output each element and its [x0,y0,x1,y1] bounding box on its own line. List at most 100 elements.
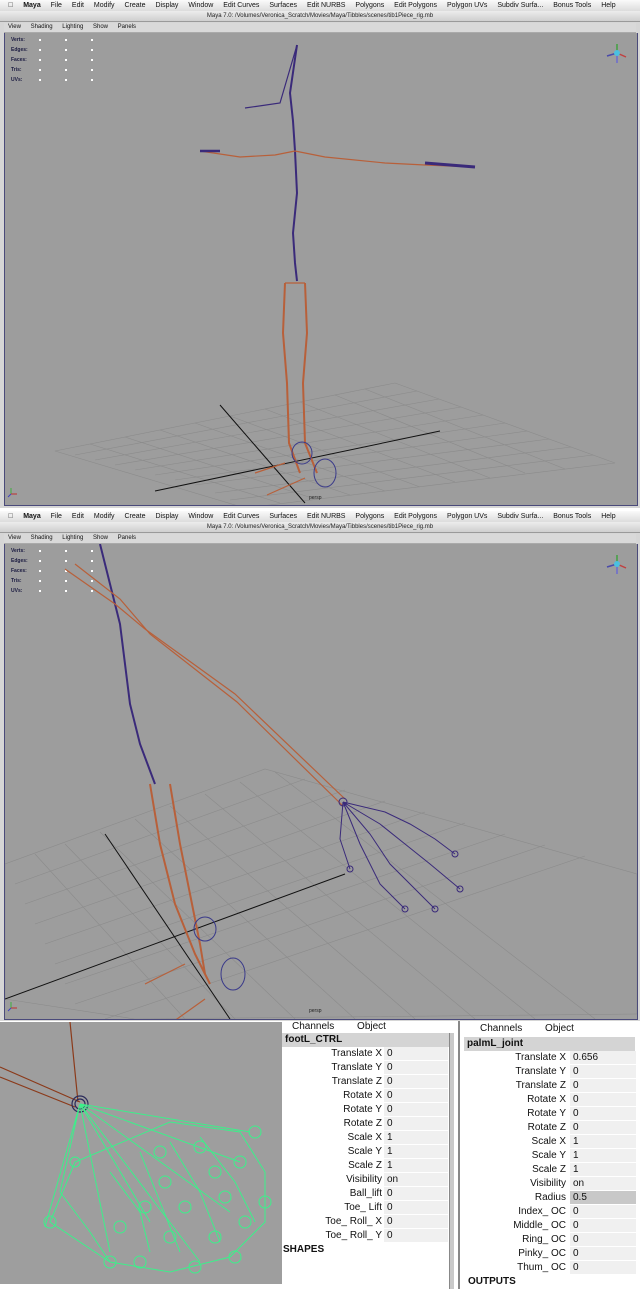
menu-display[interactable]: Display [151,0,182,11]
menu-edit[interactable]: Edit [68,511,88,522]
apple-icon[interactable]:  [0,0,17,11]
channel-row[interactable]: Rotate Z0 [282,1117,454,1131]
menu-polygons[interactable]: Polygons [351,511,388,522]
channel-value-field[interactable]: 0 [570,1247,636,1260]
menu-bonus-tools[interactable]: Bonus Tools [549,511,595,522]
menu-polygon-uvs[interactable]: Polygon UVs [443,0,491,11]
menu-polygons[interactable]: Polygons [351,0,388,11]
menu-file[interactable]: File [47,0,66,11]
channel-value-field[interactable]: 0 [570,1219,636,1232]
channel-row[interactable]: Toe_ Lift 0 [282,1201,454,1215]
panel-menu-panels[interactable]: Panels [114,23,140,32]
channel-value-field[interactable]: 0 [384,1229,448,1242]
menu-display[interactable]: Display [151,511,182,522]
panel-menu-show[interactable]: Show [89,534,112,543]
channel-row[interactable]: Rotate X0 [282,1089,454,1103]
channel-row[interactable]: Middle_ OC 0 [460,1219,640,1233]
menu-edit-nurbs[interactable]: Edit NURBS [303,511,350,522]
apple-icon[interactable]:  [0,511,17,522]
scrollbar[interactable] [449,1033,454,1289]
channel-value-field[interactable]: 0 [570,1065,636,1078]
menu-surfaces[interactable]: Surfaces [265,0,301,11]
channel-row[interactable]: Toe_ Roll_ X0 [282,1215,454,1229]
channel-row[interactable]: Visibility on [460,1177,640,1191]
channel-value-field[interactable]: 0 [570,1079,636,1092]
channel-value-field[interactable]: 0 [570,1093,636,1106]
channel-row[interactable]: Index_ OC 0 [460,1205,640,1219]
menu-edit-nurbs[interactable]: Edit NURBS [303,0,350,11]
channel-value-field[interactable]: 0 [570,1205,636,1218]
channel-value-field[interactable]: 0 [384,1103,448,1116]
tab-object[interactable]: Object [357,1021,386,1033]
menu-polygon-uvs[interactable]: Polygon UVs [443,511,491,522]
channel-value-field[interactable]: 0 [570,1121,636,1134]
panel-menu-panels[interactable]: Panels [114,534,140,543]
menu-create[interactable]: Create [121,511,150,522]
channel-row[interactable]: Scale Y1 [282,1145,454,1159]
channel-value-field[interactable]: 0 [384,1075,448,1088]
channel-value-field[interactable]: 0 [384,1215,448,1228]
channel-row[interactable]: Scale Z1 [460,1163,640,1177]
channel-row[interactable]: Radius 0.5 [460,1191,640,1205]
menu-modify[interactable]: Modify [90,511,119,522]
channel-value-field[interactable]: on [384,1173,448,1186]
channel-value-field[interactable]: 0.656 [570,1051,636,1064]
menu-bonus-tools[interactable]: Bonus Tools [549,0,595,11]
tab-channels[interactable]: Channels [292,1021,334,1033]
menu-surfaces[interactable]: Surfaces [265,511,301,522]
channel-value-field[interactable]: 1 [384,1159,448,1172]
menu-edit-polygons[interactable]: Edit Polygons [390,0,441,11]
channel-value-field[interactable]: 0 [384,1061,448,1074]
panel-menu-lighting[interactable]: Lighting [58,534,87,543]
channel-value-field[interactable]: 0 [384,1201,448,1214]
menu-help[interactable]: Help [597,511,619,522]
channel-value-field[interactable]: 0 [384,1089,448,1102]
menu-file[interactable]: File [47,511,66,522]
channel-row[interactable]: Translate Z0 [282,1075,454,1089]
channel-row[interactable]: Scale Z1 [282,1159,454,1173]
perspective-viewport[interactable]: Verts: Edges: Faces: Tris: UVs: persp [4,544,638,1020]
menu-help[interactable]: Help [597,0,619,11]
channel-row[interactable]: Translate X 0.656 [460,1051,640,1065]
channel-value-field[interactable]: 0 [570,1261,636,1274]
panel-menu-shading[interactable]: Shading [27,534,57,543]
shapes-section[interactable]: SHAPES [282,1243,454,1257]
panel-menu-shading[interactable]: Shading [27,23,57,32]
channel-row[interactable]: Translate Z0 [460,1079,640,1093]
panel-menu-show[interactable]: Show [89,23,112,32]
channel-row[interactable]: Rotate Z0 [460,1121,640,1135]
menu-maya[interactable]: Maya [19,0,45,11]
channel-row[interactable]: Pinky_ OC 0 [460,1247,640,1261]
channel-value-field[interactable]: on [570,1177,636,1190]
channel-row[interactable]: Translate Y0 [282,1061,454,1075]
channel-row[interactable]: Rotate X0 [460,1093,640,1107]
menu-edit-polygons[interactable]: Edit Polygons [390,511,441,522]
perspective-viewport[interactable]: Verts: Edges: Faces: Tris: UVs: persp [4,33,638,506]
tab-channels[interactable]: Channels [480,1021,522,1037]
menu-edit[interactable]: Edit [68,0,88,11]
channel-row[interactable]: Rotate Y0 [282,1103,454,1117]
channel-row[interactable]: Translate X0 [282,1047,454,1061]
channel-row[interactable]: Scale Y1 [460,1149,640,1163]
menu-maya[interactable]: Maya [19,511,45,522]
channel-value-field[interactable]: 1 [570,1149,636,1162]
channel-row[interactable]: Scale X 1 [460,1135,640,1149]
menu-edit-curves[interactable]: Edit Curves [219,511,263,522]
channel-value-field[interactable]: 1 [570,1135,636,1148]
channel-row[interactable]: Rotate Y0 [460,1107,640,1121]
panel-menu-view[interactable]: View [4,23,25,32]
menu-modify[interactable]: Modify [90,0,119,11]
menu-subdiv[interactable]: Subdiv Surfa... [493,511,547,522]
channel-row[interactable]: Translate Y0 [460,1065,640,1079]
channel-value-field[interactable]: 0 [384,1117,448,1130]
channel-value-field[interactable]: 1 [384,1145,448,1158]
channel-value-field[interactable]: 1 [570,1163,636,1176]
hand-closeup-viewport[interactable] [0,1022,282,1284]
channel-value-field[interactable]: 0 [384,1047,448,1060]
tab-object[interactable]: Object [545,1021,574,1037]
outputs-section[interactable]: OUTPUTS [460,1275,640,1289]
menu-edit-curves[interactable]: Edit Curves [219,0,263,11]
channel-row[interactable]: Ring_ OC 0 [460,1233,640,1247]
panel-menu-lighting[interactable]: Lighting [58,23,87,32]
channel-row[interactable]: Thum_ OC 0 [460,1261,640,1275]
